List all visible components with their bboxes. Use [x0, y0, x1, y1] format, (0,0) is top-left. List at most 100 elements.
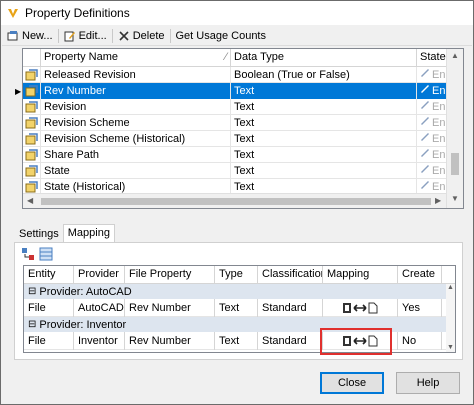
scroll-right-icon[interactable]: ▶ [435, 196, 441, 205]
data-type-cell[interactable]: Text [231, 114, 417, 131]
property-icon [23, 82, 41, 99]
property-name-cell[interactable]: Share Path [41, 146, 231, 163]
tab-strip: Settings Mapping [15, 224, 115, 242]
delete-icon [119, 30, 129, 41]
mapping-panel: Entity Provider File Property Type Class… [14, 242, 463, 360]
file-property-cell[interactable]: Rev Number [125, 331, 215, 350]
state-cell[interactable]: En [417, 162, 448, 179]
property-grid-vscroll[interactable]: ▲ ▼ [446, 49, 463, 208]
mapping-cell[interactable] [323, 298, 398, 317]
state-icon [420, 148, 432, 161]
state-icon [420, 100, 432, 113]
delete-button[interactable]: Delete [115, 27, 168, 45]
column-header-data-type[interactable]: Data Type [231, 49, 417, 66]
property-grid-header: Property Name ⁄ Data Type State [23, 49, 463, 67]
column-header-type[interactable]: Type [215, 266, 258, 283]
state-icon [420, 180, 432, 193]
property-row[interactable]: Released Revision Boolean (True or False)… [23, 66, 463, 83]
get-usage-counts-button[interactable]: Get Usage Counts [173, 27, 270, 45]
property-row[interactable]: Revision Scheme (Historical) Text En [23, 130, 463, 147]
property-row[interactable]: Revision Text En [23, 98, 463, 115]
tab-mapping[interactable]: Mapping [62, 224, 115, 242]
collapse-icon[interactable]: ⊟ [28, 319, 36, 330]
property-name-cell[interactable]: Revision Scheme [41, 114, 231, 131]
column-header-entity[interactable]: Entity [24, 266, 74, 283]
toolbar-separator [111, 28, 113, 43]
data-type-cell[interactable]: Boolean (True or False) [231, 66, 417, 83]
column-header-create[interactable]: Create [398, 266, 442, 283]
vault-logo-icon [7, 7, 19, 19]
data-type-cell[interactable]: Text [231, 82, 417, 99]
column-header-file-property[interactable]: File Property [125, 266, 215, 283]
property-name-cell[interactable]: State [41, 162, 231, 179]
edit-icon [64, 31, 75, 41]
scroll-up-icon[interactable]: ▲ [451, 51, 459, 60]
mapping-highlight-box [320, 328, 392, 355]
property-row[interactable]: Revision Scheme Text En [23, 114, 463, 131]
mapping-grid-vscroll[interactable]: ▲ ▼ [446, 284, 455, 352]
collapse-icon[interactable]: ⊟ [28, 286, 36, 297]
create-cell[interactable]: No [398, 331, 442, 350]
new-icon [7, 30, 18, 40]
state-cell[interactable]: En [417, 82, 448, 99]
property-definitions-window: Property Definitions New... Edit... Dele… [0, 0, 474, 405]
vscroll-thumb[interactable] [451, 153, 459, 175]
grid-icon[interactable] [39, 247, 53, 261]
state-cell[interactable]: En [417, 146, 448, 163]
column-header-mapping[interactable]: Mapping [323, 266, 398, 283]
property-icon [23, 162, 41, 179]
data-type-cell[interactable]: Text [231, 130, 417, 147]
mapping-grid-header: Entity Provider File Property Type Class… [24, 266, 455, 284]
close-button[interactable]: Close [320, 372, 384, 394]
property-row[interactable]: State Text En [23, 162, 463, 179]
property-row[interactable]: Rev Number Text En [23, 82, 463, 99]
entity-cell[interactable]: File [24, 331, 74, 350]
state-cell[interactable]: En [417, 130, 448, 147]
data-type-cell[interactable]: Text [231, 98, 417, 115]
column-header-state[interactable]: State [417, 49, 448, 66]
classification-cell[interactable]: Standard [258, 298, 323, 317]
column-header-provider[interactable]: Provider [74, 266, 125, 283]
state-cell[interactable]: En [417, 98, 448, 115]
new-label: New... [22, 29, 53, 42]
get-usage-counts-label: Get Usage Counts [175, 29, 267, 42]
help-button[interactable]: Help [396, 372, 460, 394]
scroll-down-icon[interactable]: ▼ [447, 344, 454, 351]
property-row[interactable]: Share Path Text En [23, 146, 463, 163]
property-name-cell[interactable]: Revision [41, 98, 231, 115]
column-header-property-name[interactable]: Property Name ⁄ [41, 49, 231, 66]
edit-button[interactable]: Edit... [61, 27, 110, 45]
data-type-cell[interactable]: Text [231, 162, 417, 179]
property-name-cell[interactable]: Revision Scheme (Historical) [41, 130, 231, 147]
scroll-down-icon[interactable]: ▼ [451, 194, 459, 203]
type-cell[interactable]: Text [215, 331, 258, 350]
provider-cell[interactable]: AutoCAD [74, 298, 125, 317]
new-button[interactable]: New... [4, 27, 56, 45]
mapping-direction-icon[interactable] [342, 302, 378, 314]
provider-cell[interactable]: Inventor [74, 331, 125, 350]
add-mapping-icon[interactable] [21, 247, 35, 261]
edit-label: Edit... [78, 29, 107, 42]
property-name-cell[interactable]: Rev Number [41, 82, 231, 99]
column-header-classification[interactable]: Classification [258, 266, 323, 283]
state-cell[interactable]: En [417, 114, 448, 131]
title-bar: Property Definitions [1, 1, 473, 25]
create-cell[interactable]: Yes [398, 298, 442, 317]
hscroll-thumb[interactable] [41, 198, 431, 205]
file-property-cell[interactable]: Rev Number [125, 298, 215, 317]
property-grid-hscroll[interactable]: ◀ ▶ [23, 193, 446, 208]
entity-cell[interactable]: File [24, 298, 74, 317]
header-icon-cell [23, 49, 41, 66]
data-type-cell[interactable]: Text [231, 146, 417, 163]
scroll-left-icon[interactable]: ◀ [27, 196, 33, 205]
mapping-row[interactable]: File AutoCAD Rev Number Text Standard Yes [24, 298, 455, 317]
type-cell[interactable]: Text [215, 298, 258, 317]
state-icon [420, 132, 432, 145]
tab-settings[interactable]: Settings [15, 226, 63, 242]
provider-group-header[interactable]: ⊟ Provider: AutoCAD [24, 284, 455, 299]
state-cell[interactable]: En [417, 66, 448, 83]
mapping-toolbar [15, 243, 462, 265]
property-name-cell[interactable]: Released Revision [41, 66, 231, 83]
scroll-up-icon[interactable]: ▲ [447, 284, 454, 291]
classification-cell[interactable]: Standard [258, 331, 323, 350]
